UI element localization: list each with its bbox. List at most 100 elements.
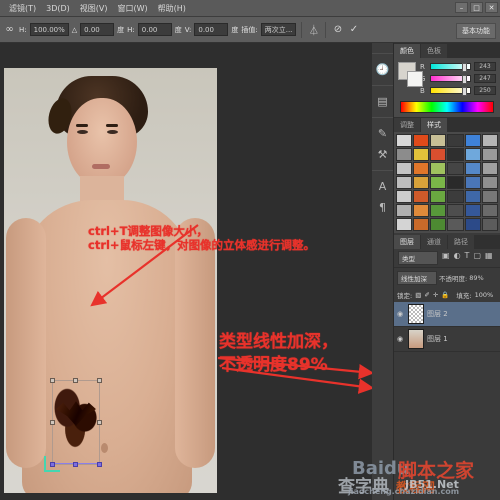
tab-swatches[interactable]: 色板 bbox=[421, 44, 447, 58]
layer-name-1[interactable]: 图层 1 bbox=[427, 334, 448, 344]
style-swatch-39[interactable] bbox=[447, 218, 464, 231]
fill-value[interactable]: 100% bbox=[475, 291, 494, 299]
style-swatch-18[interactable] bbox=[396, 176, 413, 189]
tab-adjustments[interactable]: 调整 bbox=[394, 118, 420, 132]
skew-v-input[interactable]: 0.00 bbox=[194, 23, 229, 36]
style-swatch-0[interactable] bbox=[396, 134, 413, 147]
style-swatch-31[interactable] bbox=[413, 204, 430, 217]
style-swatch-10[interactable] bbox=[464, 148, 481, 161]
style-swatch-36[interactable] bbox=[396, 218, 413, 231]
foreground-background-color-chip[interactable] bbox=[398, 62, 423, 87]
slider-g[interactable] bbox=[430, 75, 471, 84]
image-filter-icon[interactable]: ▣ bbox=[442, 251, 450, 265]
tab-paths[interactable]: 路径 bbox=[448, 235, 474, 249]
tab-color[interactable]: 颜色 bbox=[394, 44, 420, 58]
menu-item-window[interactable]: 窗口(W) bbox=[113, 3, 153, 14]
color-spectrum-ramp[interactable] bbox=[400, 101, 494, 113]
style-swatch-34[interactable] bbox=[464, 204, 481, 217]
style-swatch-23[interactable] bbox=[481, 176, 498, 189]
style-swatch-32[interactable] bbox=[430, 204, 447, 217]
layer-filter-type[interactable]: 类型 bbox=[398, 251, 438, 265]
style-swatch-9[interactable] bbox=[447, 148, 464, 161]
style-swatch-3[interactable] bbox=[447, 134, 464, 147]
style-swatch-15[interactable] bbox=[447, 162, 464, 175]
layer-thumbnail-1[interactable] bbox=[408, 329, 424, 349]
style-swatch-13[interactable] bbox=[413, 162, 430, 175]
style-swatch-2[interactable] bbox=[430, 134, 447, 147]
smart-filter-icon[interactable]: ▦ bbox=[485, 251, 493, 265]
free-transform-bounding-box[interactable] bbox=[50, 378, 102, 467]
actions-icon[interactable]: ▤ bbox=[372, 91, 393, 112]
layer-row-1[interactable]: ◉ 图层 1 bbox=[394, 327, 500, 352]
style-swatch-16[interactable] bbox=[464, 162, 481, 175]
tab-layers[interactable]: 图层 bbox=[394, 235, 420, 249]
blend-mode-select[interactable]: 线性加深 bbox=[397, 271, 437, 285]
workspace-button[interactable]: 基本功能 bbox=[456, 23, 496, 39]
text-filter-icon[interactable]: T bbox=[465, 251, 470, 265]
history-icon[interactable]: 🕘 bbox=[372, 59, 393, 80]
rotate-input[interactable]: 0.00 bbox=[80, 23, 115, 36]
canvas-work-area[interactable]: ctrl+T调整图像大小， ctrl+鼠标左键，对图像的立体感进行调整。 类型线… bbox=[0, 43, 372, 500]
style-swatch-14[interactable] bbox=[430, 162, 447, 175]
opacity-value[interactable]: 89% bbox=[469, 274, 483, 282]
lock-all-icon[interactable]: 🔒 bbox=[441, 291, 449, 299]
style-swatch-24[interactable] bbox=[396, 190, 413, 203]
style-swatch-40[interactable] bbox=[464, 218, 481, 231]
style-swatch-28[interactable] bbox=[464, 190, 481, 203]
menu-item-3d[interactable]: 3D(D) bbox=[41, 4, 75, 13]
lock-brush-icon[interactable]: ✐ bbox=[424, 291, 429, 299]
style-swatch-22[interactable] bbox=[464, 176, 481, 189]
skew-h-input[interactable]: 0.00 bbox=[137, 23, 172, 36]
menu-item-view[interactable]: 视图(V) bbox=[75, 3, 113, 14]
interpolation-select[interactable]: 两次立... bbox=[260, 23, 297, 36]
brush-icon[interactable]: ✎ bbox=[372, 123, 393, 144]
style-swatch-5[interactable] bbox=[481, 134, 498, 147]
adjust-filter-icon[interactable]: ◐ bbox=[454, 251, 461, 265]
value-g[interactable]: 247 bbox=[474, 74, 496, 83]
style-swatch-29[interactable] bbox=[481, 190, 498, 203]
slider-knob-g[interactable] bbox=[461, 75, 467, 84]
paragraph-icon[interactable]: ¶ bbox=[372, 197, 393, 218]
style-swatch-1[interactable] bbox=[413, 134, 430, 147]
style-swatch-20[interactable] bbox=[430, 176, 447, 189]
shape-filter-icon[interactable]: ▢ bbox=[473, 251, 481, 265]
lock-move-icon[interactable]: ✛ bbox=[433, 291, 438, 299]
slider-knob-r[interactable] bbox=[461, 63, 467, 72]
layer-visibility-icon-2[interactable]: ◉ bbox=[397, 310, 405, 318]
layer-thumbnail-2[interactable] bbox=[408, 304, 424, 324]
transform-handle-top-left[interactable] bbox=[50, 378, 55, 383]
transform-handle-top-middle[interactable] bbox=[73, 378, 78, 383]
cancel-icon[interactable]: ⊘ bbox=[331, 23, 344, 36]
character-icon[interactable]: A bbox=[372, 176, 393, 197]
warp-toggle-icon[interactable]: ⏃ bbox=[307, 23, 320, 37]
minimize-button[interactable]: – bbox=[455, 2, 468, 13]
clone-source-icon[interactable]: ⚒ bbox=[372, 144, 393, 165]
menu-item-filter[interactable]: 滤镜(T) bbox=[4, 3, 41, 14]
style-swatch-7[interactable] bbox=[413, 148, 430, 161]
maximize-button[interactable]: □ bbox=[470, 2, 483, 13]
layer-name-2[interactable]: 图层 2 bbox=[427, 309, 448, 319]
link-icon[interactable]: ∞ bbox=[3, 23, 16, 36]
style-swatch-41[interactable] bbox=[481, 218, 498, 231]
style-swatch-6[interactable] bbox=[396, 148, 413, 161]
transform-handle-middle-right[interactable] bbox=[97, 419, 102, 425]
style-swatch-8[interactable] bbox=[430, 148, 447, 161]
style-swatch-33[interactable] bbox=[447, 204, 464, 217]
close-button[interactable]: ✕ bbox=[485, 2, 498, 13]
style-swatch-21[interactable] bbox=[447, 176, 464, 189]
style-swatch-25[interactable] bbox=[413, 190, 430, 203]
layer-row-2[interactable]: ◉ 图层 2 bbox=[394, 302, 500, 327]
menu-item-help[interactable]: 帮助(H) bbox=[153, 3, 191, 14]
lock-transparency-icon[interactable]: ▧ bbox=[415, 291, 421, 299]
style-swatch-27[interactable] bbox=[447, 190, 464, 203]
style-swatch-grid[interactable] bbox=[394, 132, 500, 233]
style-swatch-26[interactable] bbox=[430, 190, 447, 203]
style-swatch-38[interactable] bbox=[430, 218, 447, 231]
scale-h-input[interactable]: 100.00% bbox=[29, 23, 69, 36]
transform-handle-middle-left[interactable] bbox=[50, 419, 55, 425]
transform-handle-top-right[interactable] bbox=[97, 378, 102, 383]
tab-styles[interactable]: 样式 bbox=[421, 118, 447, 132]
style-swatch-11[interactable] bbox=[481, 148, 498, 161]
transform-handle-bottom-middle[interactable] bbox=[73, 462, 78, 467]
slider-r[interactable] bbox=[430, 63, 471, 72]
